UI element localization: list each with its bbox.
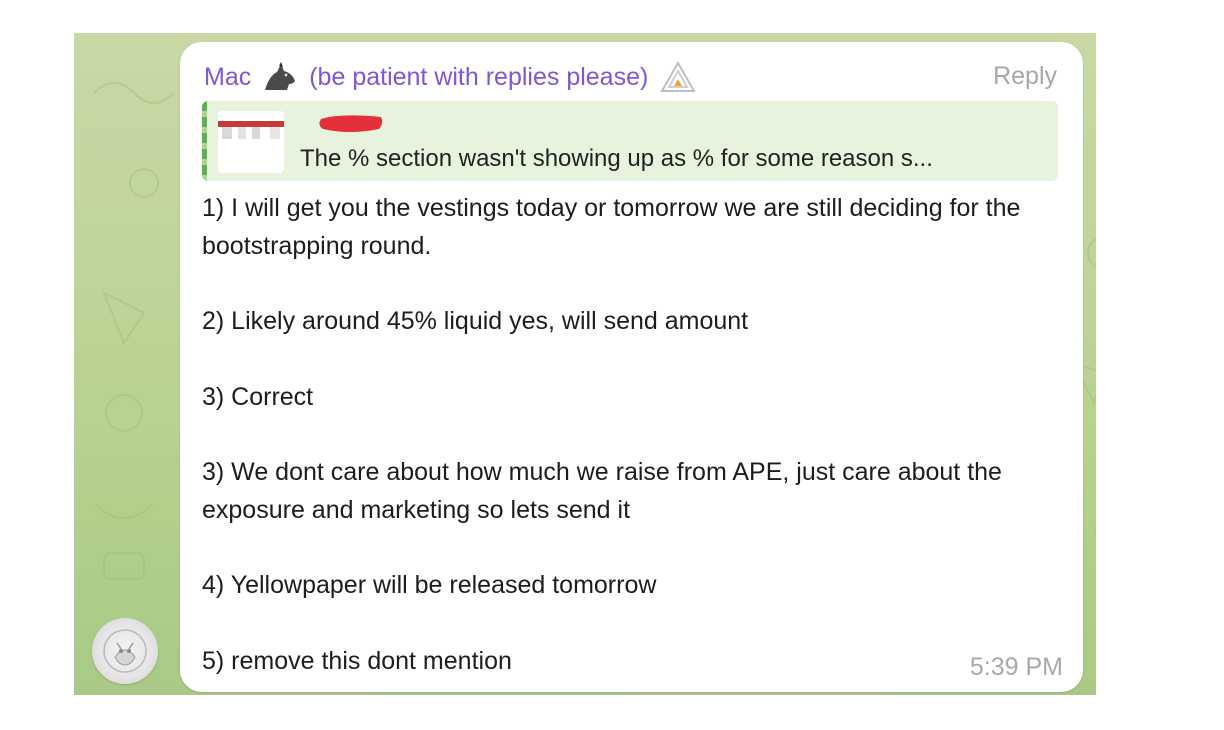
sender-name[interactable]: Mac bbox=[204, 63, 251, 92]
ape-logo-icon bbox=[660, 60, 697, 92]
message-line: 3) Correct bbox=[202, 382, 314, 411]
message-line: 2) Likely around 45% liquid yes, will se… bbox=[202, 307, 749, 335]
message-line: 3) We dont care about how much we raise … bbox=[202, 458, 1002, 524]
avatar-image bbox=[103, 629, 147, 673]
quoted-message[interactable]: The % section wasn't showing up as % for… bbox=[202, 101, 1058, 181]
message-header: Mac (be patient with replies please) bbox=[204, 60, 698, 94]
reply-button[interactable]: Reply bbox=[993, 62, 1057, 91]
quote-accent-bar bbox=[202, 101, 207, 181]
sender-status: (be patient with replies please) bbox=[309, 62, 649, 91]
message-bubble[interactable]: Mac (be patient with replies please) Rep… bbox=[180, 42, 1083, 692]
message-line: 4) Yellowpaper will be released tomorrow bbox=[202, 571, 657, 599]
redaction-mark bbox=[319, 115, 383, 132]
message-text: 1) I will get you the vestings today or … bbox=[202, 190, 1062, 680]
quoted-thumbnail bbox=[218, 111, 284, 173]
wolf-icon bbox=[265, 62, 296, 90]
message-line: 5) remove this dont mention bbox=[202, 646, 512, 675]
message-line: 1) I will get you the vestings today or … bbox=[202, 194, 1021, 260]
sender-avatar[interactable] bbox=[92, 618, 158, 684]
message-timestamp: 5:39 PM bbox=[969, 653, 1063, 681]
quoted-text: The % section wasn't showing up as % for… bbox=[300, 145, 933, 172]
